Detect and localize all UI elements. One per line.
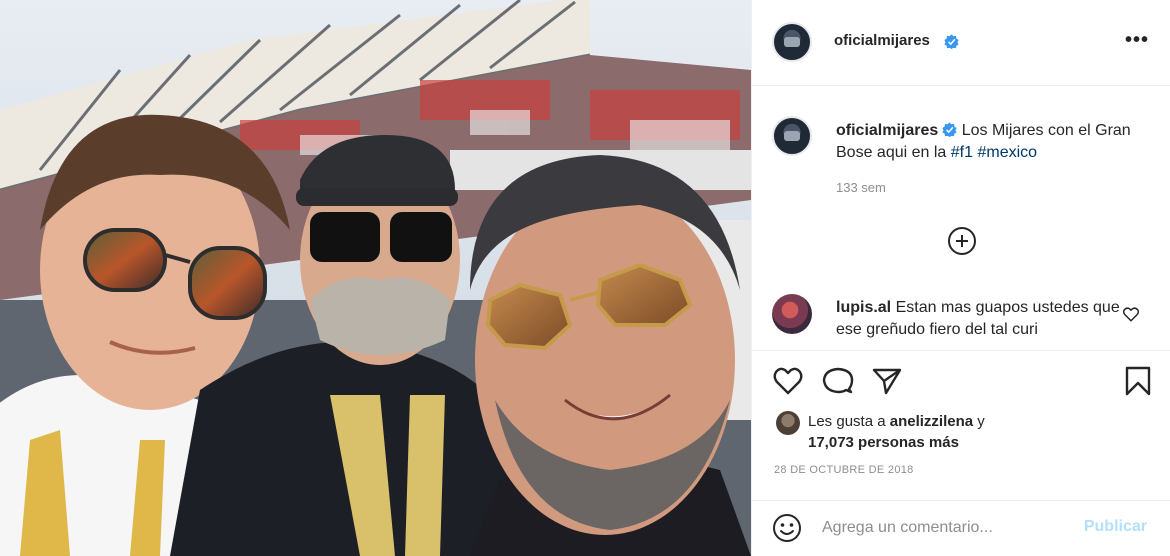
comment-text-block: lupis.al Estan mas guapos ustedes que es…	[836, 297, 1126, 341]
comment-item: lupis.al Estan mas guapos ustedes que es…	[752, 292, 1170, 348]
post-side-panel: oficialmijares ••• oficialmijares Los Mi…	[751, 0, 1170, 556]
post-header: oficialmijares •••	[752, 0, 1170, 86]
liker-username[interactable]: anelizzilena	[890, 413, 973, 430]
likes-prefix: Les gusta a	[808, 413, 886, 430]
likes-count[interactable]: 17,073 personas más	[808, 434, 959, 451]
save-button[interactable]	[1122, 365, 1154, 397]
hashtag-link[interactable]: #mexico	[977, 144, 1037, 161]
post-date[interactable]: 28 DE OCTUBRE DE 2018	[774, 464, 914, 476]
likes-joiner: y	[977, 413, 985, 430]
like-button[interactable]	[772, 365, 804, 397]
bookmark-icon	[1125, 366, 1151, 396]
more-options-icon[interactable]: •••	[1125, 30, 1149, 50]
verified-badge-icon	[944, 34, 959, 49]
caption-author-avatar[interactable]	[772, 116, 812, 156]
add-comment-bar: Publicar	[752, 500, 1170, 556]
load-more-comments-icon[interactable]	[948, 227, 976, 255]
paper-plane-icon	[872, 368, 902, 395]
liker-avatar[interactable]	[776, 411, 800, 435]
caption-timestamp[interactable]: 133 sem	[836, 180, 886, 195]
caption-text-block: oficialmijares Los Mijares con el Gran B…	[836, 120, 1136, 164]
likes-text: Les gusta a anelizzilena y 17,073 person…	[808, 411, 1108, 453]
share-button[interactable]	[871, 365, 903, 397]
post-comment-button[interactable]: Publicar	[1084, 518, 1147, 536]
commenter-avatar[interactable]	[772, 294, 812, 334]
author-avatar[interactable]	[772, 22, 812, 62]
heart-icon	[773, 367, 803, 395]
author-username[interactable]: oficialmijares	[834, 32, 930, 49]
smiley-icon[interactable]	[772, 513, 802, 543]
verified-badge-icon	[942, 122, 957, 137]
hashtag-link[interactable]: #f1	[951, 144, 973, 161]
post-photo[interactable]	[0, 0, 751, 556]
caption-author-username[interactable]: oficialmijares	[836, 122, 938, 139]
comment-button[interactable]	[822, 365, 854, 397]
post-actions: Les gusta a anelizzilena y 17,073 person…	[752, 350, 1170, 500]
comment-input[interactable]	[822, 515, 1072, 541]
speech-bubble-icon	[822, 367, 854, 394]
commenter-username[interactable]: lupis.al	[836, 299, 891, 316]
comment-like-heart-icon[interactable]	[1122, 305, 1140, 323]
